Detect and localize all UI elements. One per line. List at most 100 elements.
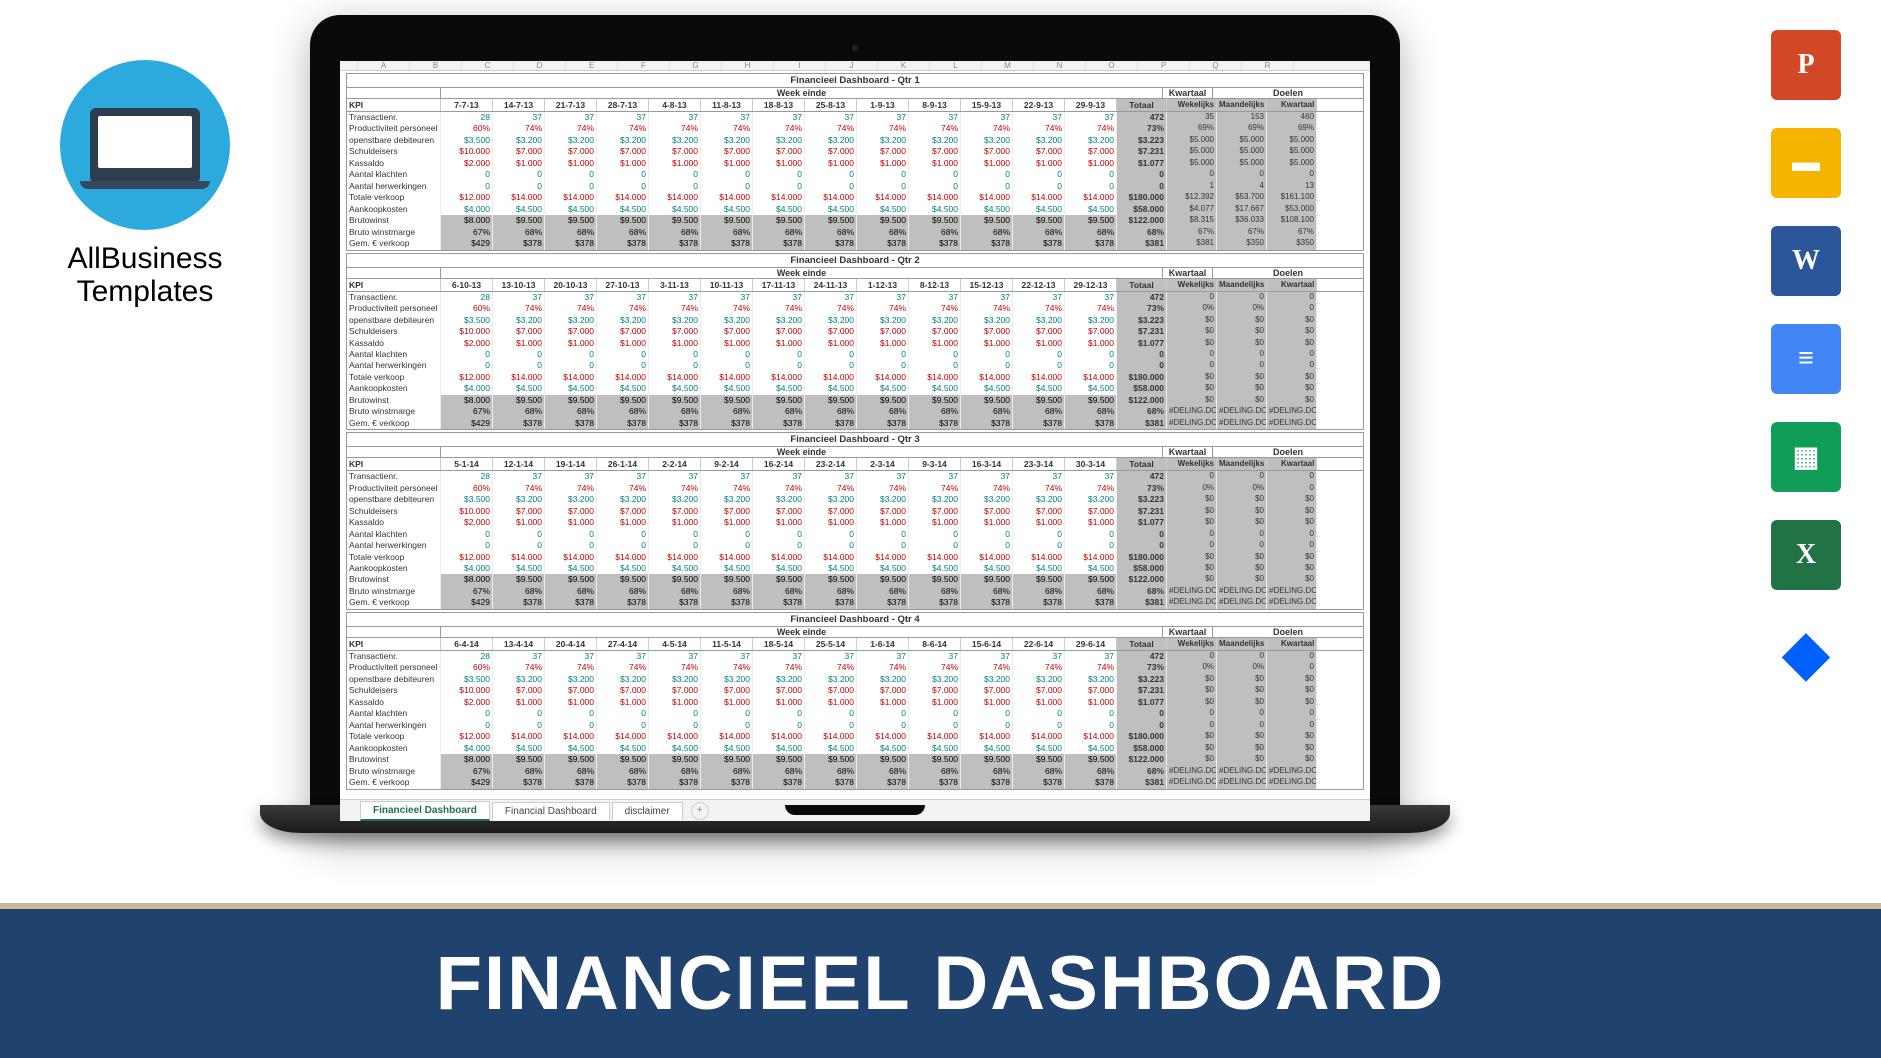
cell[interactable]: $3.200	[961, 315, 1013, 326]
cell[interactable]: $9.500	[753, 215, 805, 226]
cell[interactable]: 74%	[1013, 303, 1065, 314]
cell[interactable]: $7.000	[1065, 146, 1117, 157]
cell[interactable]: $1.000	[857, 517, 909, 528]
cell[interactable]: $4.500	[1065, 204, 1117, 215]
date-header[interactable]: 15-9-13	[961, 99, 1013, 111]
cell[interactable]: $3.200	[493, 315, 545, 326]
cell[interactable]: 37	[909, 112, 961, 123]
cell[interactable]: 67%	[441, 227, 493, 238]
cell[interactable]: $378	[961, 777, 1013, 788]
cell[interactable]: 74%	[545, 662, 597, 673]
cell[interactable]: $7.000	[701, 146, 753, 157]
cell[interactable]: 37	[493, 112, 545, 123]
cell[interactable]: 74%	[493, 662, 545, 673]
goal-cell[interactable]: $0	[1167, 685, 1217, 696]
cell[interactable]: $7.000	[805, 685, 857, 696]
cell[interactable]: $9.500	[753, 754, 805, 765]
goal-cell[interactable]: $0	[1167, 563, 1217, 574]
cell[interactable]: 68%	[857, 406, 909, 417]
cell[interactable]: 0	[753, 169, 805, 180]
cell[interactable]: $4.500	[1065, 743, 1117, 754]
cell[interactable]: 74%	[805, 303, 857, 314]
cell[interactable]: $14.000	[961, 731, 1013, 742]
cell[interactable]: $9.500	[961, 215, 1013, 226]
cell[interactable]: $9.500	[545, 754, 597, 765]
cell[interactable]: $429	[441, 418, 493, 429]
goal-cell[interactable]: 0	[1267, 540, 1317, 551]
total-cell[interactable]: $7.231	[1117, 685, 1167, 696]
goal-cell[interactable]: $0	[1267, 338, 1317, 349]
cell[interactable]: $378	[753, 777, 805, 788]
cell[interactable]: $7.000	[597, 685, 649, 696]
cell[interactable]: 68%	[1013, 766, 1065, 777]
cell[interactable]: $14.000	[961, 192, 1013, 203]
cell[interactable]: $378	[545, 597, 597, 608]
cell[interactable]: $3.200	[1013, 494, 1065, 505]
total-cell[interactable]: 0	[1117, 360, 1167, 371]
cell[interactable]: $378	[701, 418, 753, 429]
cell[interactable]: 74%	[493, 123, 545, 134]
cell[interactable]: 74%	[753, 303, 805, 314]
goal-cell[interactable]: $0	[1217, 517, 1267, 528]
cell[interactable]: $14.000	[857, 552, 909, 563]
cell[interactable]: 0	[545, 169, 597, 180]
goal-cell[interactable]: $350	[1267, 238, 1317, 249]
cell[interactable]: $7.000	[545, 506, 597, 517]
cell[interactable]: 0	[753, 529, 805, 540]
cell[interactable]: $3.200	[649, 135, 701, 146]
cell[interactable]: $14.000	[493, 731, 545, 742]
cell[interactable]: 0	[805, 720, 857, 731]
date-header[interactable]: 1-9-13	[857, 99, 909, 111]
cell[interactable]: $4.500	[493, 383, 545, 394]
tab-financial-dashboard[interactable]: Financial Dashboard	[492, 802, 610, 820]
cell[interactable]: $14.000	[1065, 552, 1117, 563]
date-header[interactable]: 20-10-13	[545, 279, 597, 291]
goal-cell[interactable]: $5.000	[1267, 158, 1317, 169]
cell[interactable]: $378	[493, 777, 545, 788]
cell[interactable]: $9.500	[909, 395, 961, 406]
col-header[interactable]: O	[1086, 61, 1138, 70]
cell[interactable]: $4.000	[441, 563, 493, 574]
date-header[interactable]: 14-7-13	[493, 99, 545, 111]
cell[interactable]: 0	[701, 181, 753, 192]
cell[interactable]: 68%	[961, 227, 1013, 238]
cell[interactable]: $9.500	[1013, 395, 1065, 406]
cell[interactable]: $3.200	[857, 494, 909, 505]
cell[interactable]: $14.000	[701, 372, 753, 383]
cell[interactable]: $4.000	[441, 204, 493, 215]
col-header[interactable]: C	[462, 61, 514, 70]
cell[interactable]: 0	[753, 708, 805, 719]
cell[interactable]: 0	[701, 529, 753, 540]
cell[interactable]: 74%	[597, 123, 649, 134]
cell[interactable]: 0	[909, 360, 961, 371]
cell[interactable]: $9.500	[493, 215, 545, 226]
cell[interactable]: 0	[805, 529, 857, 540]
cell[interactable]: $14.000	[649, 372, 701, 383]
goal-cell[interactable]: 69%	[1217, 123, 1267, 134]
cell[interactable]: 68%	[701, 586, 753, 597]
cell[interactable]: $1.000	[545, 697, 597, 708]
cell[interactable]: $3.200	[753, 315, 805, 326]
cell[interactable]: $378	[857, 418, 909, 429]
cell[interactable]: $7.000	[1065, 685, 1117, 696]
total-cell[interactable]: $3.223	[1117, 135, 1167, 146]
cell[interactable]: 74%	[597, 483, 649, 494]
cell[interactable]: $3.500	[441, 315, 493, 326]
total-cell[interactable]: 0	[1117, 720, 1167, 731]
cell[interactable]: 37	[909, 651, 961, 662]
date-header[interactable]: 16-2-14	[753, 458, 805, 470]
cell[interactable]: $3.200	[649, 494, 701, 505]
cell[interactable]: $2.000	[441, 158, 493, 169]
cell[interactable]: $1.000	[909, 338, 961, 349]
col-header[interactable]: L	[930, 61, 982, 70]
cell[interactable]: $1.000	[1065, 338, 1117, 349]
cell[interactable]: 68%	[909, 227, 961, 238]
cell[interactable]: $1.000	[909, 517, 961, 528]
cell[interactable]: 0	[805, 349, 857, 360]
cell[interactable]: 0	[545, 360, 597, 371]
date-header[interactable]: 29-12-13	[1065, 279, 1117, 291]
goal-cell[interactable]: $0	[1217, 506, 1267, 517]
goal-cell[interactable]: $381	[1167, 238, 1217, 249]
cell[interactable]: 37	[1065, 112, 1117, 123]
tab-disclaimer[interactable]: disclaimer	[612, 802, 683, 820]
